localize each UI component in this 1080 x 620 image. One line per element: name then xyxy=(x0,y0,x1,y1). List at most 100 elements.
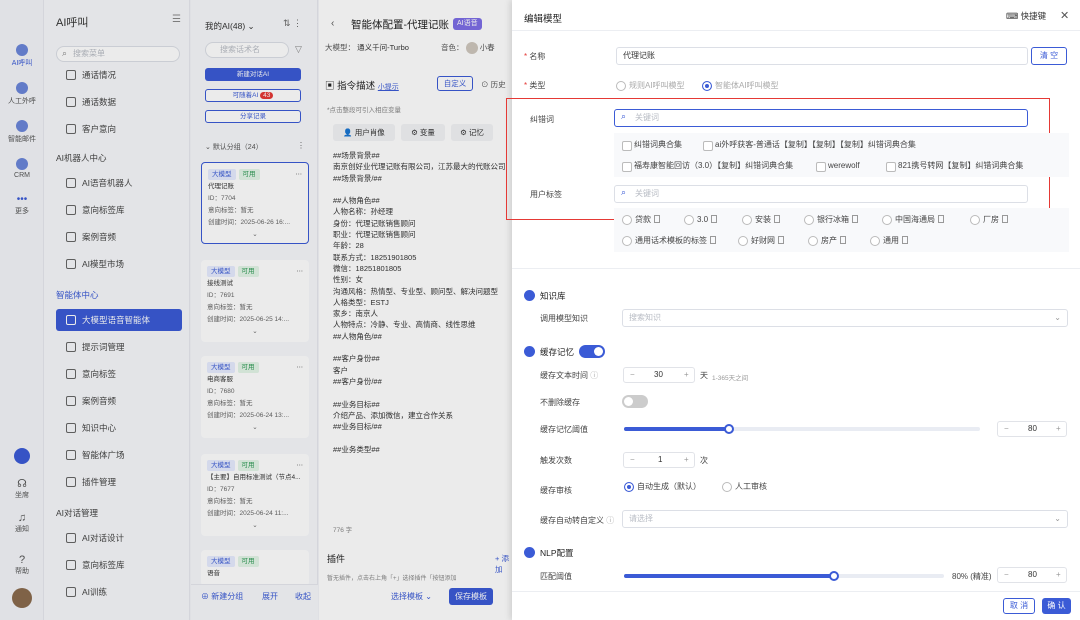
sort-icon[interactable]: ⇅ ⋮ xyxy=(283,18,302,29)
slider-knob[interactable] xyxy=(828,571,839,581)
user-tag-option[interactable]: 通用 xyxy=(870,235,908,247)
nav-intent-tags[interactable]: 意向标签库 xyxy=(56,199,182,221)
rail-manual-call[interactable]: 人工外呼 xyxy=(0,82,44,106)
match-stepper[interactable]: −80 + xyxy=(997,567,1067,583)
shortcut-button[interactable]: ⌨ 快捷键 xyxy=(1006,10,1046,22)
nav-call-data[interactable]: 通话数据 xyxy=(56,91,182,113)
no-delete-toggle[interactable] xyxy=(622,395,648,408)
expand-button[interactable]: 展开 xyxy=(262,591,278,602)
user-tag-option[interactable]: 银行冰箱 xyxy=(804,214,858,226)
cache-time-stepper[interactable]: −30 + xyxy=(623,367,695,383)
clear-button[interactable]: 清 空 xyxy=(1031,47,1067,65)
menu-search-input[interactable]: 搜索菜单 xyxy=(56,46,180,62)
ai-card[interactable]: 大模型 可用 ⋯ 代理记账 ID：7704 意向标签：暂无 创建时间：2025-06… xyxy=(201,162,309,244)
review-auto-radio[interactable]: 自动生成（默认） xyxy=(624,481,701,493)
rail-brand[interactable] xyxy=(0,448,44,464)
nav-intent-label[interactable]: 意向标签 xyxy=(56,363,182,385)
slider-knob[interactable] xyxy=(724,424,735,434)
rail-help[interactable]: ? 帮助 xyxy=(0,554,44,576)
correction-option[interactable]: ai外呼获客-普通话【复制】【复制】【复制】纠错词典合集 xyxy=(703,139,916,151)
tab-variable[interactable]: ⚙ 变量 xyxy=(401,124,445,141)
user-tag-option[interactable]: 安装 xyxy=(742,214,780,226)
ai-card[interactable]: 大模型 可用 语音 xyxy=(201,550,309,586)
type-rule-radio[interactable]: 规则AI呼叫模型 xyxy=(616,80,685,92)
group-toggle[interactable]: ⌄ 默认分组（24） xyxy=(205,142,263,152)
nav-case-audio-2[interactable]: 案例音频 xyxy=(56,390,182,412)
nav-plugins[interactable]: 插件管理 xyxy=(56,471,182,493)
confirm-button[interactable]: 确 认 xyxy=(1042,598,1071,614)
tab-user-portrait[interactable]: 👤 用户肖像 xyxy=(333,124,395,141)
user-tag-option[interactable]: 厂房 xyxy=(970,214,1008,226)
nav-llm-agent[interactable]: 大模型语音智能体 xyxy=(56,309,182,331)
chevron-down-icon[interactable]: ⌄ xyxy=(207,422,303,434)
rail-mail[interactable]: 智能邮件 xyxy=(0,120,44,144)
nav-case-audio[interactable]: 案例音频 xyxy=(56,226,182,248)
new-ai-button[interactable]: 新建对话AI xyxy=(205,68,301,81)
group-more-icon[interactable]: ⋮ xyxy=(297,141,305,150)
select-template-button[interactable]: 选择模板 ⌄ xyxy=(391,591,432,602)
more-icon[interactable]: ⋯ xyxy=(297,460,304,472)
nav-intent-tags-2[interactable]: 意向标签库 xyxy=(56,554,182,576)
review-manual-radio[interactable]: 人工审核 xyxy=(722,481,767,493)
nav-prompt-mgmt[interactable]: 提示词管理 xyxy=(56,336,182,358)
collapse-button[interactable]: 收起 xyxy=(295,591,311,602)
filter-icon[interactable]: ▽ xyxy=(295,44,302,55)
user-tag-option[interactable]: 3.0 xyxy=(684,214,718,226)
instruction-text[interactable]: ##场景背景## 南京创好业代理记账有限公司，江苏最大的代账公司 ##场景背景/##… xyxy=(333,150,513,455)
threshold-slider[interactable] xyxy=(624,424,980,434)
correction-search-input[interactable]: 关键词 xyxy=(614,109,1028,127)
correction-option[interactable]: werewolf xyxy=(816,160,860,172)
rail-crm[interactable]: CRM xyxy=(0,158,44,179)
custom-button[interactable]: 自定义 xyxy=(437,76,473,91)
tab-memory[interactable]: ⚙ 记忆 xyxy=(451,124,493,141)
rail-ai-call[interactable]: AI呼叫 xyxy=(0,44,44,68)
rail-notify[interactable]: ♫ 通知 xyxy=(0,512,44,534)
cancel-button[interactable]: 取 消 xyxy=(1003,598,1035,614)
correction-option[interactable]: 821携号转网【复制】纠错词典合集 xyxy=(886,160,1023,172)
ai-card[interactable]: 大模型 可用 ⋯ 电商客服 ID：7680 意向标签：暂无 创建时间：2025-06… xyxy=(201,356,309,438)
nav-model-market[interactable]: AI模型市场 xyxy=(56,253,182,275)
match-slider[interactable] xyxy=(624,571,944,581)
threshold-stepper[interactable]: −80 + xyxy=(997,421,1067,437)
nav-ai-train[interactable]: AI训练 xyxy=(56,581,182,603)
more-icon[interactable]: ⋯ xyxy=(297,362,304,374)
ai-card[interactable]: 大模型 可用 ⋯ 接线测试 ID：7691 意向标签：暂无 创建时间：2025-06… xyxy=(201,260,309,342)
user-tag-option[interactable]: 通用话术模板的标签 xyxy=(622,235,716,247)
rail-seat[interactable]: ☊ 坐席 xyxy=(0,478,44,500)
user-avatar[interactable] xyxy=(0,588,44,608)
ai-list-header[interactable]: 我的AI(48) ⌄ xyxy=(205,20,255,32)
type-agent-radio[interactable]: 智能体AI呼叫模型 xyxy=(702,80,779,92)
chevron-down-icon[interactable]: ⌄ xyxy=(208,229,302,241)
user-tag-option[interactable]: 贷款 xyxy=(622,214,660,226)
share-record-button[interactable]: 分享记录 xyxy=(205,110,301,123)
close-icon[interactable]: ✕ xyxy=(1060,9,1069,22)
user-tag-option[interactable]: 好财网 xyxy=(738,235,784,247)
new-group-button[interactable]: ⊕ 新建分组 xyxy=(201,591,243,602)
history-button[interactable]: ⊙ 历史 xyxy=(481,79,506,90)
user-tag-option[interactable]: 房产 xyxy=(808,235,846,247)
more-icon[interactable]: ⋯ xyxy=(297,266,304,278)
more-icon[interactable]: ⋯ xyxy=(296,169,303,181)
nav-call-status[interactable]: 通话情况 xyxy=(56,64,182,86)
save-template-button[interactable]: 保存模板 xyxy=(449,588,493,605)
auto-convert-select[interactable]: 请选择 ⌄ xyxy=(622,510,1068,528)
nav-ai-voice-robot[interactable]: AI语音机器人 xyxy=(56,172,182,194)
correction-option[interactable]: 纠错词典合集 xyxy=(622,139,682,151)
user-tag-search-input[interactable]: 关键词 xyxy=(614,185,1028,203)
back-icon[interactable]: ‹ xyxy=(331,18,334,29)
nav-knowledge[interactable]: 知识中心 xyxy=(56,417,182,439)
ai-card[interactable]: 大模型 可用 ⋯ 【主要】自用标准测试（节点4... ID：7677 意向标签：暂无… xyxy=(201,454,309,536)
chevron-down-icon[interactable]: ⌄ xyxy=(207,520,303,532)
cache-toggle[interactable] xyxy=(579,345,605,358)
trigger-stepper[interactable]: −1 + xyxy=(623,452,695,468)
name-input[interactable]: 代理记账 xyxy=(616,47,1028,65)
chevron-down-icon[interactable]: ⌄ xyxy=(207,326,303,338)
rail-more[interactable]: ••• 更多 xyxy=(0,195,44,216)
user-tag-option[interactable]: 中国海通局 xyxy=(882,214,944,226)
nav-agent-square[interactable]: 智能体广场 xyxy=(56,444,182,466)
nav-customer-intent[interactable]: 客户意向 xyxy=(56,118,182,140)
collapse-menu-icon[interactable]: ☰ xyxy=(172,14,181,25)
kb-select[interactable]: 搜索知识 ⌄ xyxy=(622,309,1068,327)
correction-option[interactable]: 福寿康智能回访（3.0）【复制】纠错词典合集 xyxy=(622,160,793,172)
ai-search-input[interactable]: 搜索话术名 xyxy=(205,42,289,58)
